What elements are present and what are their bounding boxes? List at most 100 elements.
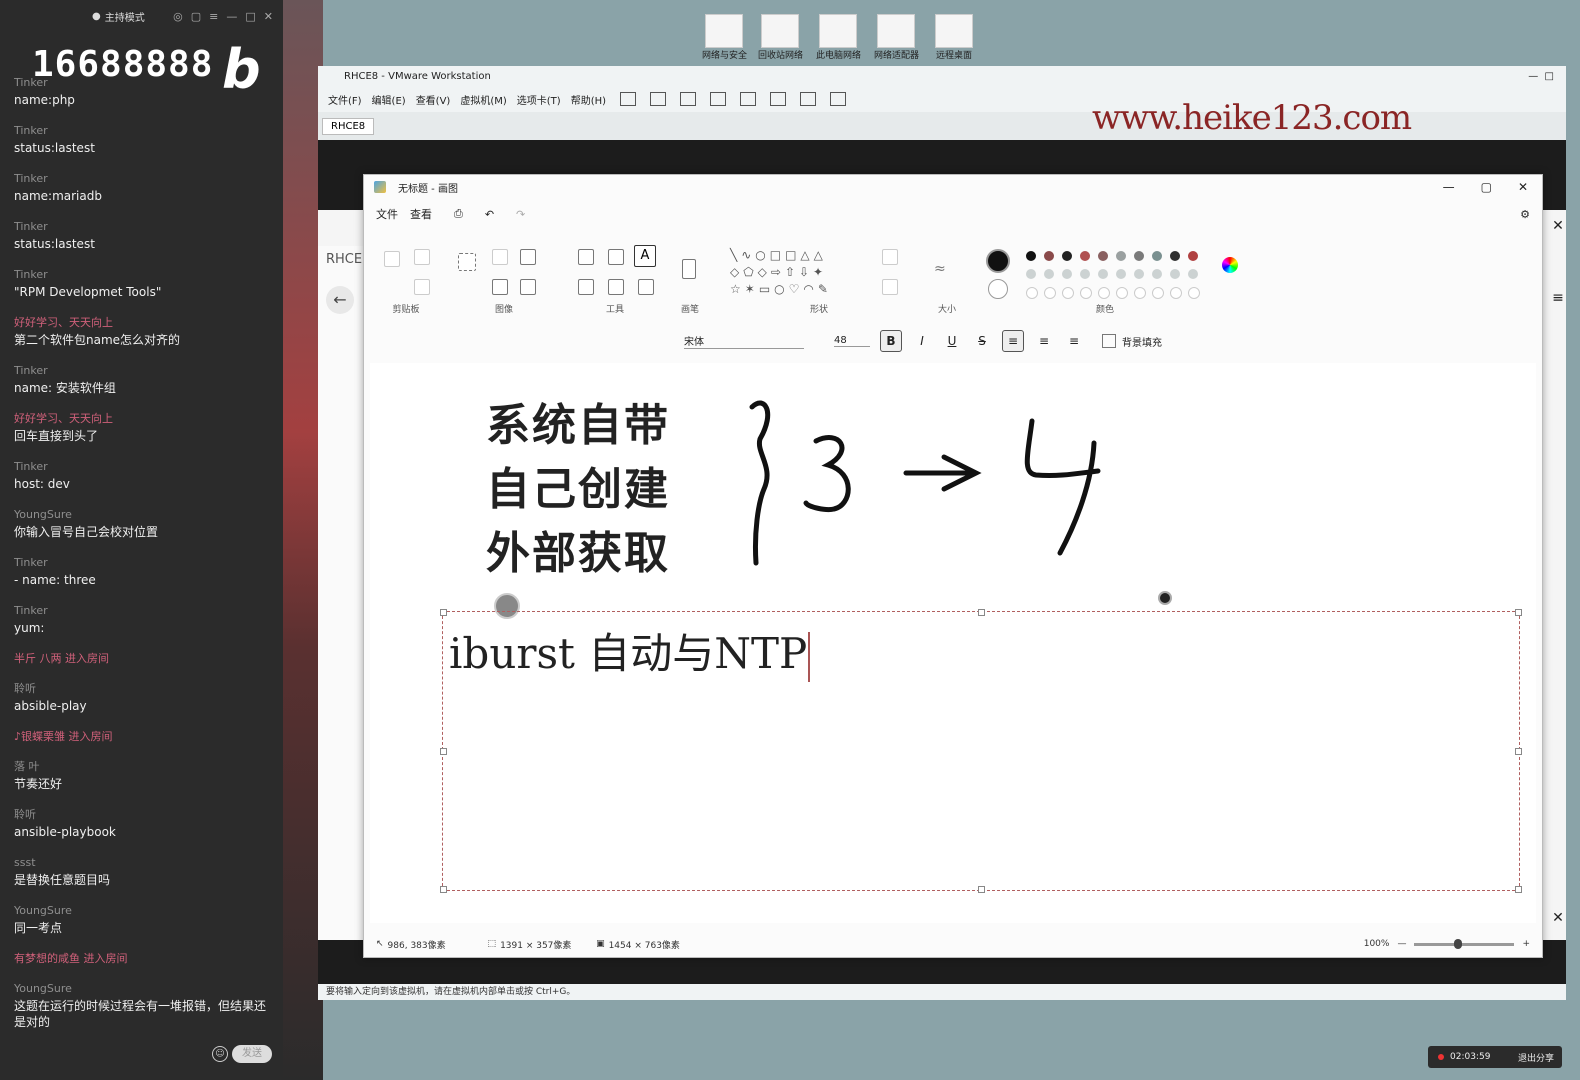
- close-icon[interactable]: ✕: [264, 10, 273, 23]
- resize-handle[interactable]: [1515, 886, 1522, 893]
- resize-handle[interactable]: [440, 886, 447, 893]
- palette-color-swatch[interactable]: [1062, 251, 1072, 261]
- select-icon[interactable]: [458, 253, 476, 271]
- vm-menu-vm[interactable]: 虚拟机(M): [460, 92, 506, 107]
- palette-color-swatch[interactable]: [1188, 251, 1198, 261]
- palette-color-swatch[interactable]: [1152, 251, 1162, 261]
- palette-color-swatch[interactable]: [1044, 287, 1056, 299]
- palette-color-swatch[interactable]: [1044, 251, 1054, 261]
- guest-close-icon-2[interactable]: ✕: [1548, 910, 1568, 926]
- snapshot-icon[interactable]: [650, 92, 667, 106]
- pin-icon[interactable]: ▢: [191, 10, 201, 23]
- paint-canvas[interactable]: 系统自带 自己创建 外部获取 iburst 自动与NTP: [370, 363, 1536, 923]
- color-2-swatch[interactable]: [988, 279, 1008, 299]
- host-mode[interactable]: ● 主持模式: [92, 9, 145, 24]
- palette-color-swatch[interactable]: [1098, 251, 1108, 261]
- resize-handle[interactable]: [978, 609, 985, 616]
- minimize-icon[interactable]: —: [226, 10, 237, 23]
- color-1-swatch[interactable]: [986, 249, 1010, 273]
- magnifier-icon[interactable]: [638, 279, 654, 295]
- undo-icon[interactable]: ↶: [485, 208, 494, 221]
- palette-color-swatch[interactable]: [1062, 287, 1074, 299]
- maximize-icon[interactable]: □: [245, 10, 255, 23]
- palette-color-swatch[interactable]: [1134, 287, 1146, 299]
- paint-menu-view[interactable]: 查看: [410, 206, 432, 222]
- resize-handle[interactable]: [1515, 748, 1522, 755]
- palette-color-swatch[interactable]: [1098, 269, 1108, 279]
- pause-icon[interactable]: [620, 92, 637, 106]
- outline-icon[interactable]: [882, 249, 898, 265]
- close-icon[interactable]: ✕: [1518, 180, 1528, 194]
- menu-icon[interactable]: ≡: [209, 10, 218, 23]
- palette-color-swatch[interactable]: [1026, 251, 1036, 261]
- resize-handle[interactable]: [440, 609, 447, 616]
- palette-color-swatch[interactable]: [1152, 287, 1164, 299]
- copy-icon[interactable]: [414, 279, 430, 295]
- palette-color-swatch[interactable]: [1116, 287, 1128, 299]
- desktop-icon-3[interactable]: 此电脑网络: [816, 14, 861, 61]
- palette-color-swatch[interactable]: [1062, 269, 1072, 279]
- settings-icon[interactable]: ◎: [173, 10, 183, 23]
- palette-color-swatch[interactable]: [1080, 287, 1092, 299]
- eraser-icon[interactable]: [578, 279, 594, 295]
- text-box[interactable]: iburst 自动与NTP: [440, 609, 1522, 893]
- palette-color-swatch[interactable]: [1134, 269, 1144, 279]
- crop-icon[interactable]: [492, 249, 508, 265]
- align-right-button[interactable]: ≡: [1064, 331, 1084, 351]
- desktop-icon-2[interactable]: 回收站网络: [758, 14, 803, 61]
- cut-icon[interactable]: [414, 249, 430, 265]
- revert-icon[interactable]: [680, 92, 697, 106]
- fill-shape-icon[interactable]: [882, 279, 898, 295]
- edit-colors-icon[interactable]: [1222, 257, 1238, 273]
- zoom-in-icon[interactable]: +: [1522, 939, 1530, 949]
- settings-icon[interactable]: ⚙: [1520, 208, 1530, 221]
- resize-handle[interactable]: [440, 748, 447, 755]
- minimize-icon[interactable]: —: [1443, 180, 1455, 194]
- paint-menu-file[interactable]: 文件: [376, 206, 398, 222]
- fill-icon[interactable]: [608, 249, 624, 265]
- bold-button[interactable]: B: [880, 330, 902, 352]
- zoom-out-icon[interactable]: —: [1397, 939, 1406, 949]
- zoom-slider-knob[interactable]: [1454, 938, 1463, 949]
- guest-close-icon[interactable]: ✕: [1548, 218, 1568, 234]
- palette-color-swatch[interactable]: [1080, 269, 1090, 279]
- palette-color-swatch[interactable]: [1116, 269, 1126, 279]
- palette-color-swatch[interactable]: [1170, 287, 1182, 299]
- send-button[interactable]: 发送: [232, 1045, 272, 1063]
- background-fill-checkbox[interactable]: [1102, 334, 1116, 348]
- shapes-gallery[interactable]: ╲∿○□□△△ ◇⬠◇⇨⇧⇩✦ ☆✶▭○♡◠✎: [730, 247, 832, 298]
- palette-color-swatch[interactable]: [1188, 269, 1198, 279]
- redo-icon[interactable]: ↷: [516, 208, 525, 221]
- save-icon[interactable]: ⎙: [454, 207, 463, 221]
- vm-menu-file[interactable]: 文件(F): [328, 92, 362, 107]
- vm-menu-edit[interactable]: 编辑(E): [372, 92, 406, 107]
- size-icon[interactable]: ≈: [934, 261, 946, 277]
- palette-color-swatch[interactable]: [1026, 269, 1036, 279]
- rotate-icon[interactable]: [492, 279, 508, 295]
- palette-color-swatch[interactable]: [1170, 269, 1180, 279]
- font-family-select[interactable]: 宋体: [684, 333, 804, 349]
- resize-handle[interactable]: [1515, 609, 1522, 616]
- unity-icon[interactable]: [800, 92, 817, 106]
- fullscreen-icon[interactable]: [770, 92, 787, 106]
- maximize-icon[interactable]: ▢: [1481, 180, 1492, 194]
- console-icon[interactable]: [830, 92, 847, 106]
- emoji-icon[interactable]: ☺: [212, 1046, 228, 1062]
- vm-menu-tabs[interactable]: 选项卡(T): [517, 92, 561, 107]
- palette-color-swatch[interactable]: [1134, 251, 1144, 261]
- flip-icon[interactable]: [520, 279, 536, 295]
- desktop-icon-4[interactable]: 网络适配器: [874, 14, 919, 61]
- tab-rhce8[interactable]: RHCE8: [322, 118, 375, 135]
- palette-color-swatch[interactable]: [1044, 269, 1054, 279]
- back-arrow-icon[interactable]: ←: [326, 286, 354, 314]
- guest-menu-icon[interactable]: ≡: [1548, 290, 1568, 306]
- align-left-button[interactable]: ≡: [1002, 330, 1024, 352]
- vm-menu-help[interactable]: 帮助(H): [571, 92, 606, 107]
- text-tool-icon[interactable]: A: [634, 245, 656, 267]
- underline-button[interactable]: U: [942, 331, 962, 351]
- palette-color-swatch[interactable]: [1188, 287, 1200, 299]
- palette-color-swatch[interactable]: [1116, 251, 1126, 261]
- desktop-icon-1[interactable]: 网络与安全: [702, 14, 747, 61]
- italic-button[interactable]: I: [912, 331, 932, 351]
- vm-menu-view[interactable]: 查看(V): [416, 92, 451, 107]
